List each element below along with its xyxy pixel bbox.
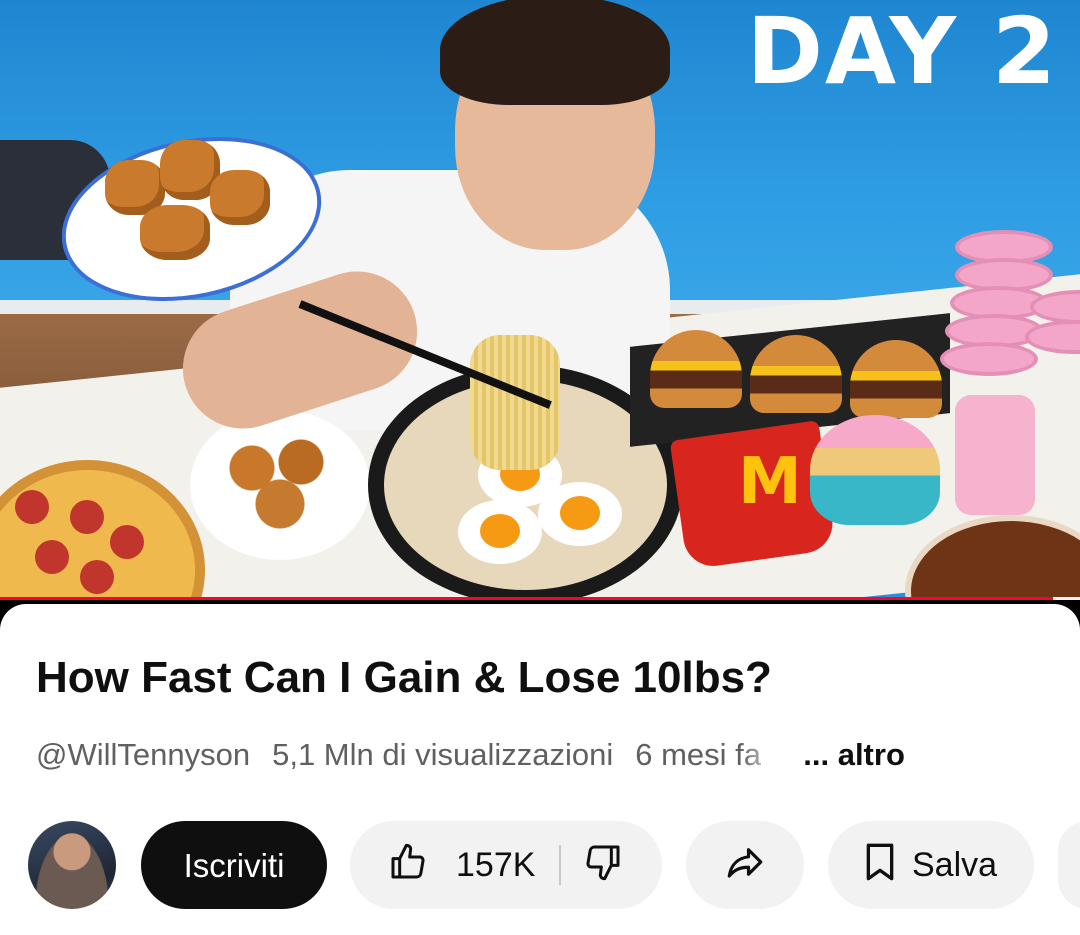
video-info-panel: How Fast Can I Gain & Lose 10lbs? @WillT… bbox=[0, 604, 1080, 935]
bookmark-icon bbox=[862, 842, 912, 888]
subscribe-button[interactable]: Iscriviti bbox=[141, 821, 327, 909]
pepperoni bbox=[15, 490, 49, 524]
milkshake bbox=[955, 395, 1035, 515]
chicken-nuggets bbox=[210, 420, 350, 540]
progress-fill bbox=[0, 597, 1053, 600]
thumbnail-day-title: DAY 2 bbox=[746, 0, 1058, 105]
upload-age: 6 mesi fa bbox=[635, 737, 762, 772]
fried-egg bbox=[538, 482, 622, 546]
video-player[interactable]: M DAY 2 bbox=[0, 0, 1080, 600]
like-button[interactable]: 157K bbox=[350, 821, 535, 909]
fried-chicken-piece bbox=[210, 170, 270, 225]
fried-chicken-piece bbox=[140, 205, 210, 260]
person-hair bbox=[440, 0, 670, 105]
fried-egg bbox=[458, 500, 542, 564]
progress-bar[interactable] bbox=[0, 597, 1080, 600]
save-button[interactable]: Salva bbox=[828, 821, 1034, 909]
mcdonalds-logo: M bbox=[738, 445, 802, 519]
pepperoni bbox=[70, 500, 104, 534]
pepperoni bbox=[35, 540, 69, 574]
like-divider bbox=[559, 845, 562, 885]
donut bbox=[940, 342, 1038, 376]
action-bar: Iscriviti 157K Salva bbox=[0, 819, 1080, 911]
dislike-button[interactable] bbox=[583, 821, 623, 909]
more-link[interactable]: ... altro bbox=[803, 736, 905, 773]
thumb-down-icon bbox=[583, 842, 623, 888]
channel-avatar[interactable] bbox=[28, 821, 116, 909]
share-icon bbox=[724, 841, 766, 889]
pepperoni bbox=[80, 560, 114, 594]
video-meta[interactable]: @WillTennyson 5,1 Mln di visualizzazioni… bbox=[36, 736, 1020, 773]
save-label: Salva bbox=[912, 846, 998, 884]
channel-handle[interactable]: @WillTennyson bbox=[36, 736, 250, 773]
thumb-up-icon bbox=[388, 842, 456, 888]
like-count: 157K bbox=[456, 846, 536, 884]
view-count: 5,1 Mln di visualizzazioni bbox=[272, 737, 614, 772]
pepperoni bbox=[110, 525, 144, 559]
video-title[interactable]: How Fast Can I Gain & Lose 10lbs? bbox=[36, 653, 772, 702]
more-actions-button[interactable] bbox=[1058, 821, 1080, 909]
like-dislike-group: 157K bbox=[350, 821, 662, 909]
share-button[interactable] bbox=[686, 821, 804, 909]
cupcake bbox=[810, 415, 940, 525]
